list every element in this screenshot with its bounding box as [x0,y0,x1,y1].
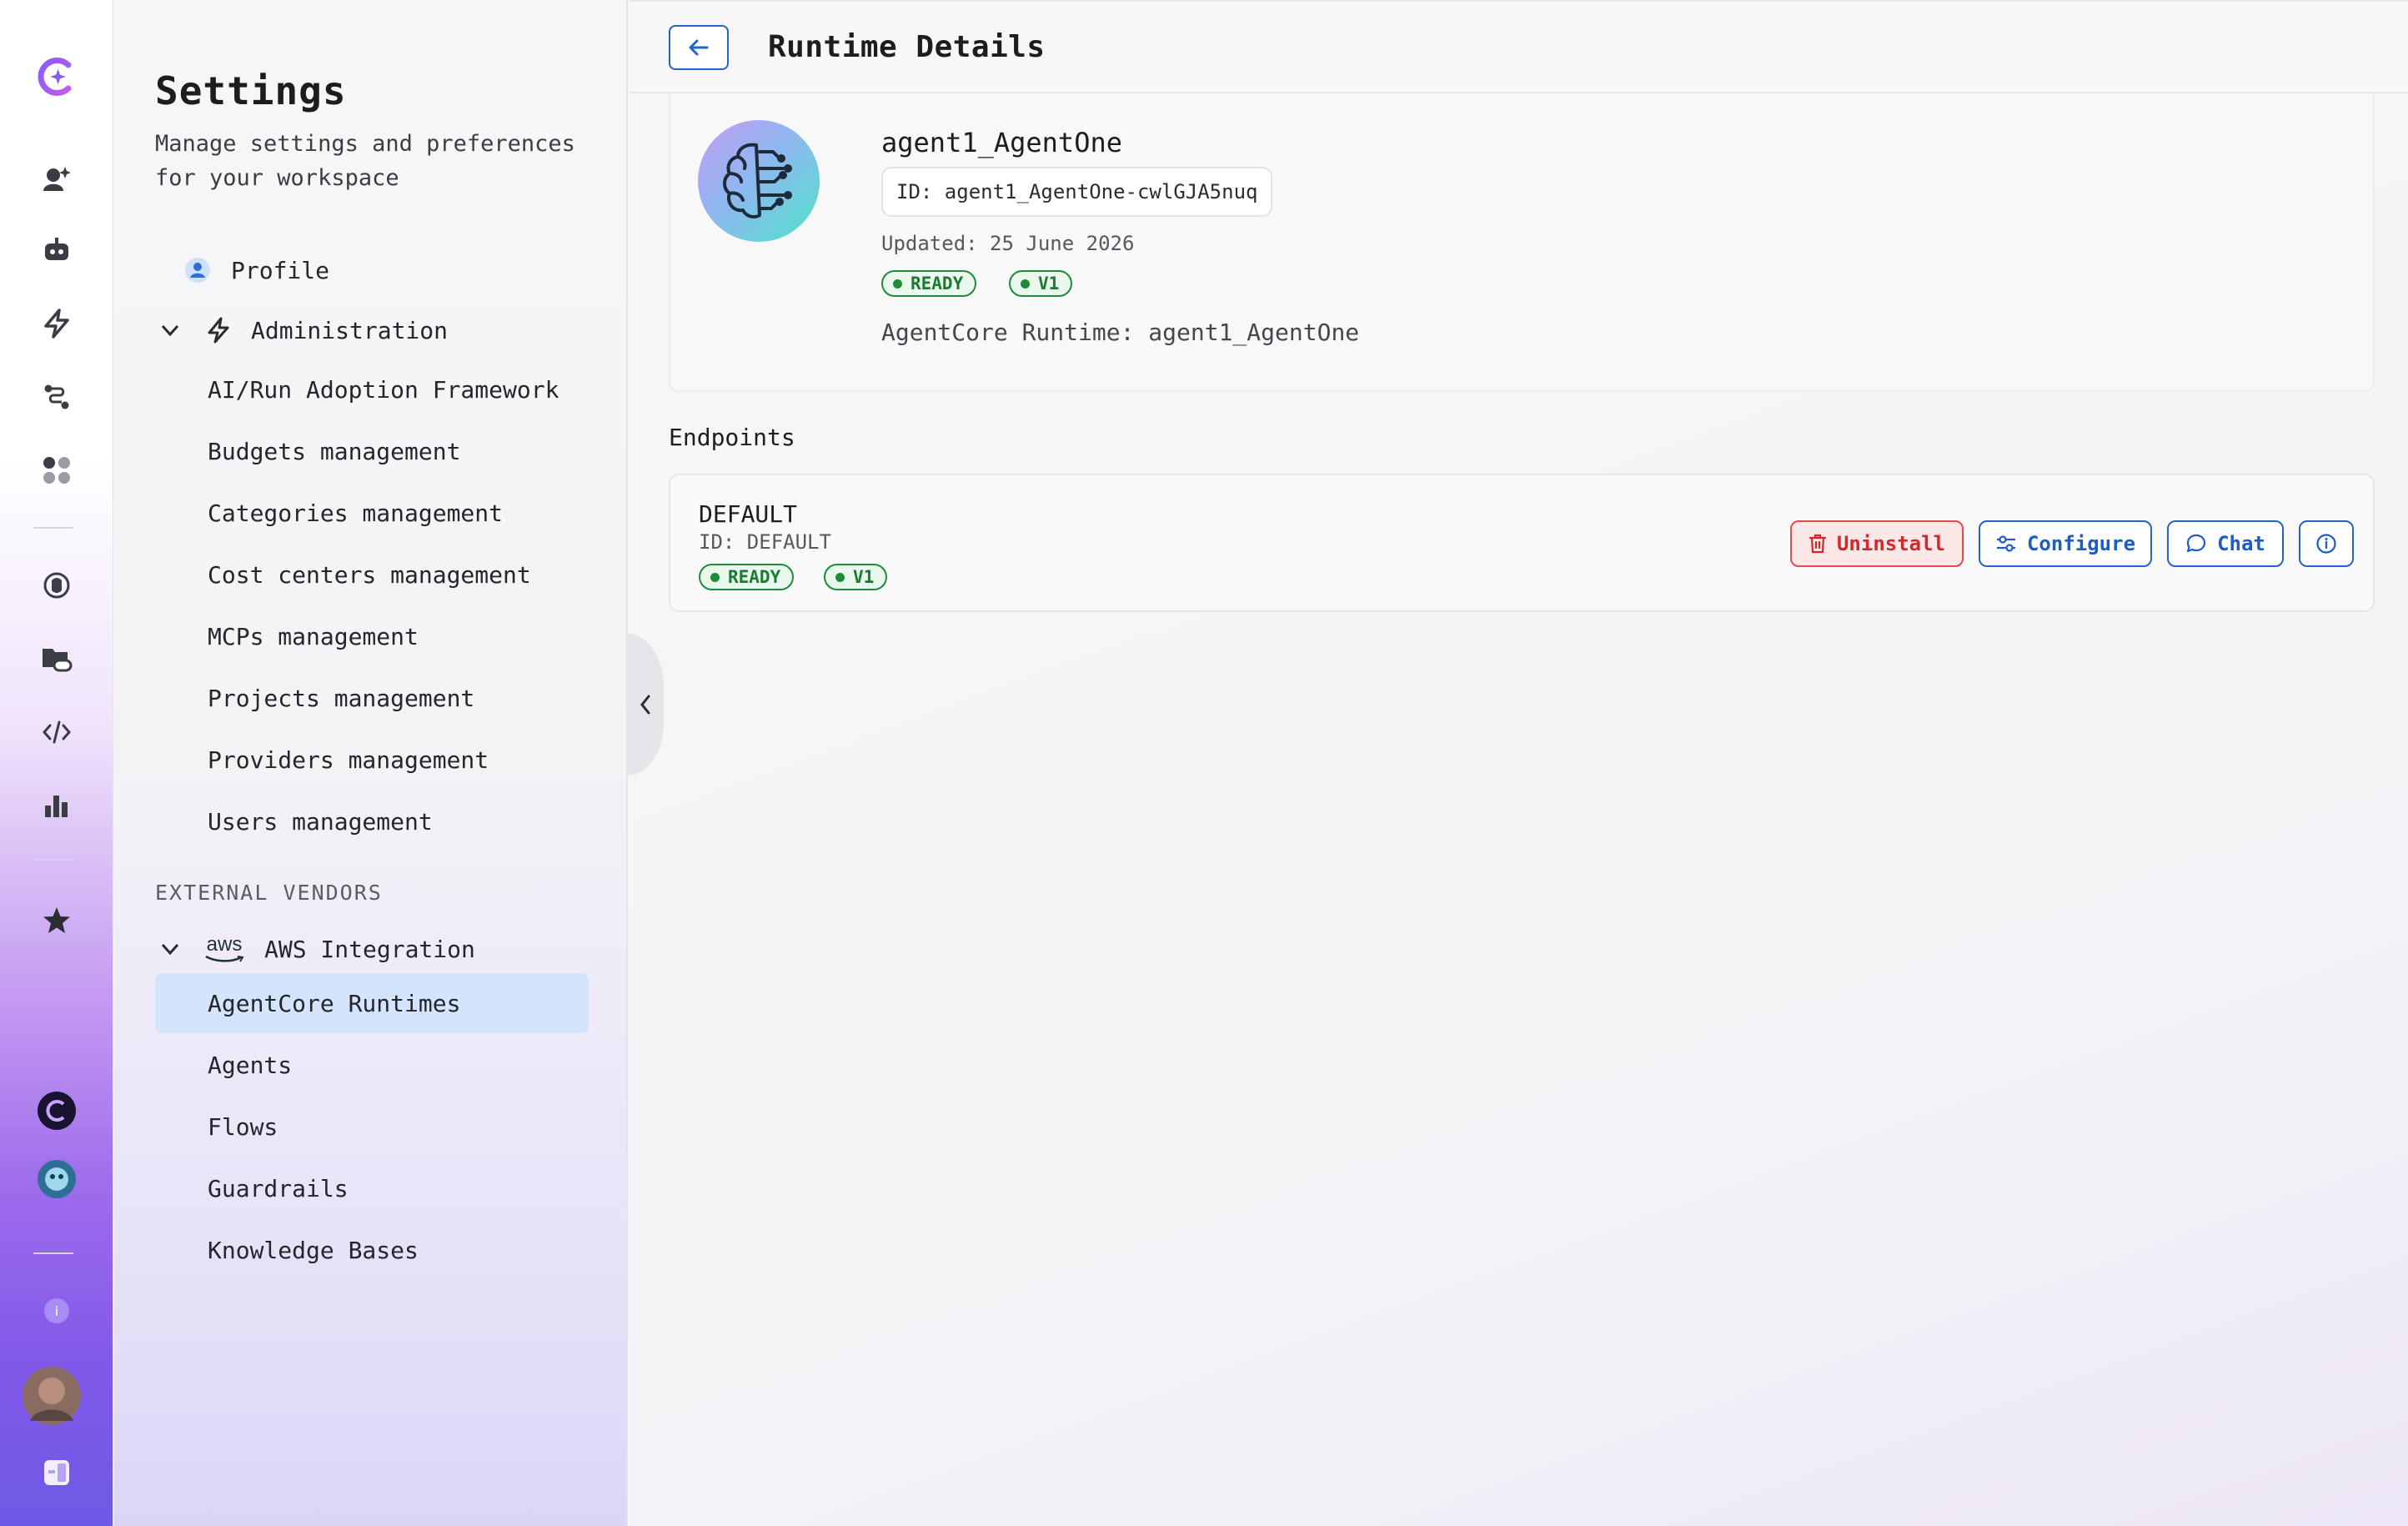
endpoint-name: DEFAULT [699,500,798,528]
profile-icon [184,257,211,284]
page-header: Runtime Details [630,0,2408,93]
runtime-avatar [698,120,820,242]
nav-knowledge-bases[interactable]: Knowledge Bases [208,1228,419,1272]
info-icon [2315,533,2337,555]
user-avatar[interactable] [22,1366,82,1426]
main-content: Runtime Details agent1_AgentOne ID: agen… [630,0,2408,1526]
folder-link-icon[interactable] [33,635,80,682]
endpoints-heading: Endpoints [669,424,795,451]
status-dot-icon [1021,279,1030,289]
nav-categories[interactable]: Categories management [208,491,503,535]
lightning-icon [206,317,231,344]
nav-ai-run-adoption[interactable]: AI/Run Adoption Framework [208,368,559,411]
status-badge-label: READY [911,274,964,294]
info-button[interactable] [2299,520,2354,567]
apps-icon[interactable] [33,447,80,494]
chevron-left-icon [639,694,652,715]
version-badge-label: V1 [853,567,875,587]
code-icon[interactable] [33,709,80,755]
endpoint-row: DEFAULT ID: DEFAULT READY V1 Uninstall C… [669,474,2375,612]
version-badge-label: V1 [1038,274,1060,294]
settings-subtitle: Manage settings and preferences for your… [155,131,575,191]
nav-profile-label: Profile [231,256,330,284]
nav-mcps[interactable]: MCPs management [208,615,419,658]
star-icon[interactable] [33,897,80,944]
status-dot-icon [710,572,720,582]
nav-agentcore-runtimes[interactable]: AgentCore Runtimes [208,981,460,1025]
status-badge: READY [699,564,795,590]
chat-button-label: Chat [2217,532,2265,555]
runtime-id-pill[interactable]: ID: agent1_AgentOne-cwlGJA5nuq [881,167,1273,217]
nav-providers[interactable]: Providers management [208,738,489,781]
sliders-icon [1995,535,2017,553]
uninstall-button[interactable]: Uninstall [1790,520,1964,567]
endpoint-id: ID: DEFAULT [699,530,831,554]
trash-icon [1809,534,1827,554]
uninstall-button-label: Uninstall [1836,532,1946,555]
back-button[interactable] [669,25,729,70]
svg-text:i: i [55,1303,58,1319]
runtime-description: AgentCore Runtime: agent1_AgentOne [881,319,1360,346]
settings-panel: Settings Manage settings and preferences… [114,0,628,1526]
lightning-icon[interactable] [33,300,80,347]
rail-divider [33,1252,73,1254]
page-title: Runtime Details [768,30,1046,64]
app-logo-icon[interactable] [33,53,80,100]
status-dot-icon [893,279,902,289]
chat-button[interactable]: Chat [2167,520,2284,567]
bot-icon[interactable] [33,227,80,274]
chat-bubble-icon [2185,533,2207,555]
aws-logo-icon: aws [204,935,244,963]
rail-divider [33,527,73,529]
nav-aws-integration[interactable]: aws AWS Integration [159,927,475,971]
runtime-updated: Updated: 25 June 2026 [881,232,1135,255]
nav-cost-centers[interactable]: Cost centers management [208,553,531,596]
nav-agents[interactable]: Agents [208,1043,292,1087]
nav-aws-integration-label: AWS Integration [264,935,475,963]
brain-icon[interactable] [33,562,80,609]
workflow-icon[interactable] [33,374,80,420]
runtime-name: agent1_AgentOne [881,127,1122,158]
runtime-card: agent1_AgentOne ID: agent1_AgentOne-cwlG… [669,93,2375,392]
version-badge: V1 [824,564,888,590]
status-dot-icon [835,572,845,582]
version-badge: V1 [1009,270,1073,297]
nav-profile[interactable]: Profile [184,248,329,292]
chevron-down-icon [159,938,181,960]
settings-title: Settings [155,68,347,113]
configure-button[interactable]: Configure [1979,520,2152,567]
chevron-down-icon [159,319,181,341]
nav-administration[interactable]: Administration [159,309,448,352]
rail-divider [33,859,73,861]
assistant-avatar-icon[interactable] [33,1087,80,1134]
arrow-left-icon [687,38,710,57]
assistant-avatar-2-icon[interactable] [33,1156,80,1202]
external-vendors-label: EXTERNAL VENDORS [155,881,383,905]
status-badge: READY [881,270,977,297]
nav-guardrails[interactable]: Guardrails [208,1167,349,1210]
aws-logo-text: aws [206,933,243,956]
nav-administration-label: Administration [251,316,449,344]
assistants-icon[interactable] [33,155,80,202]
app-rail: i [0,0,113,1526]
brain-circuit-icon [713,135,805,227]
nav-budgets[interactable]: Budgets management [208,429,460,473]
nav-flows[interactable]: Flows [208,1105,278,1148]
docs-icon[interactable] [33,1449,80,1496]
nav-projects[interactable]: Projects management [208,676,474,720]
configure-button-label: Configure [2026,532,2136,555]
nav-users[interactable]: Users management [208,800,433,843]
info-icon[interactable]: i [33,1288,80,1334]
analytics-icon[interactable] [33,782,80,829]
status-badge-label: READY [728,567,781,587]
